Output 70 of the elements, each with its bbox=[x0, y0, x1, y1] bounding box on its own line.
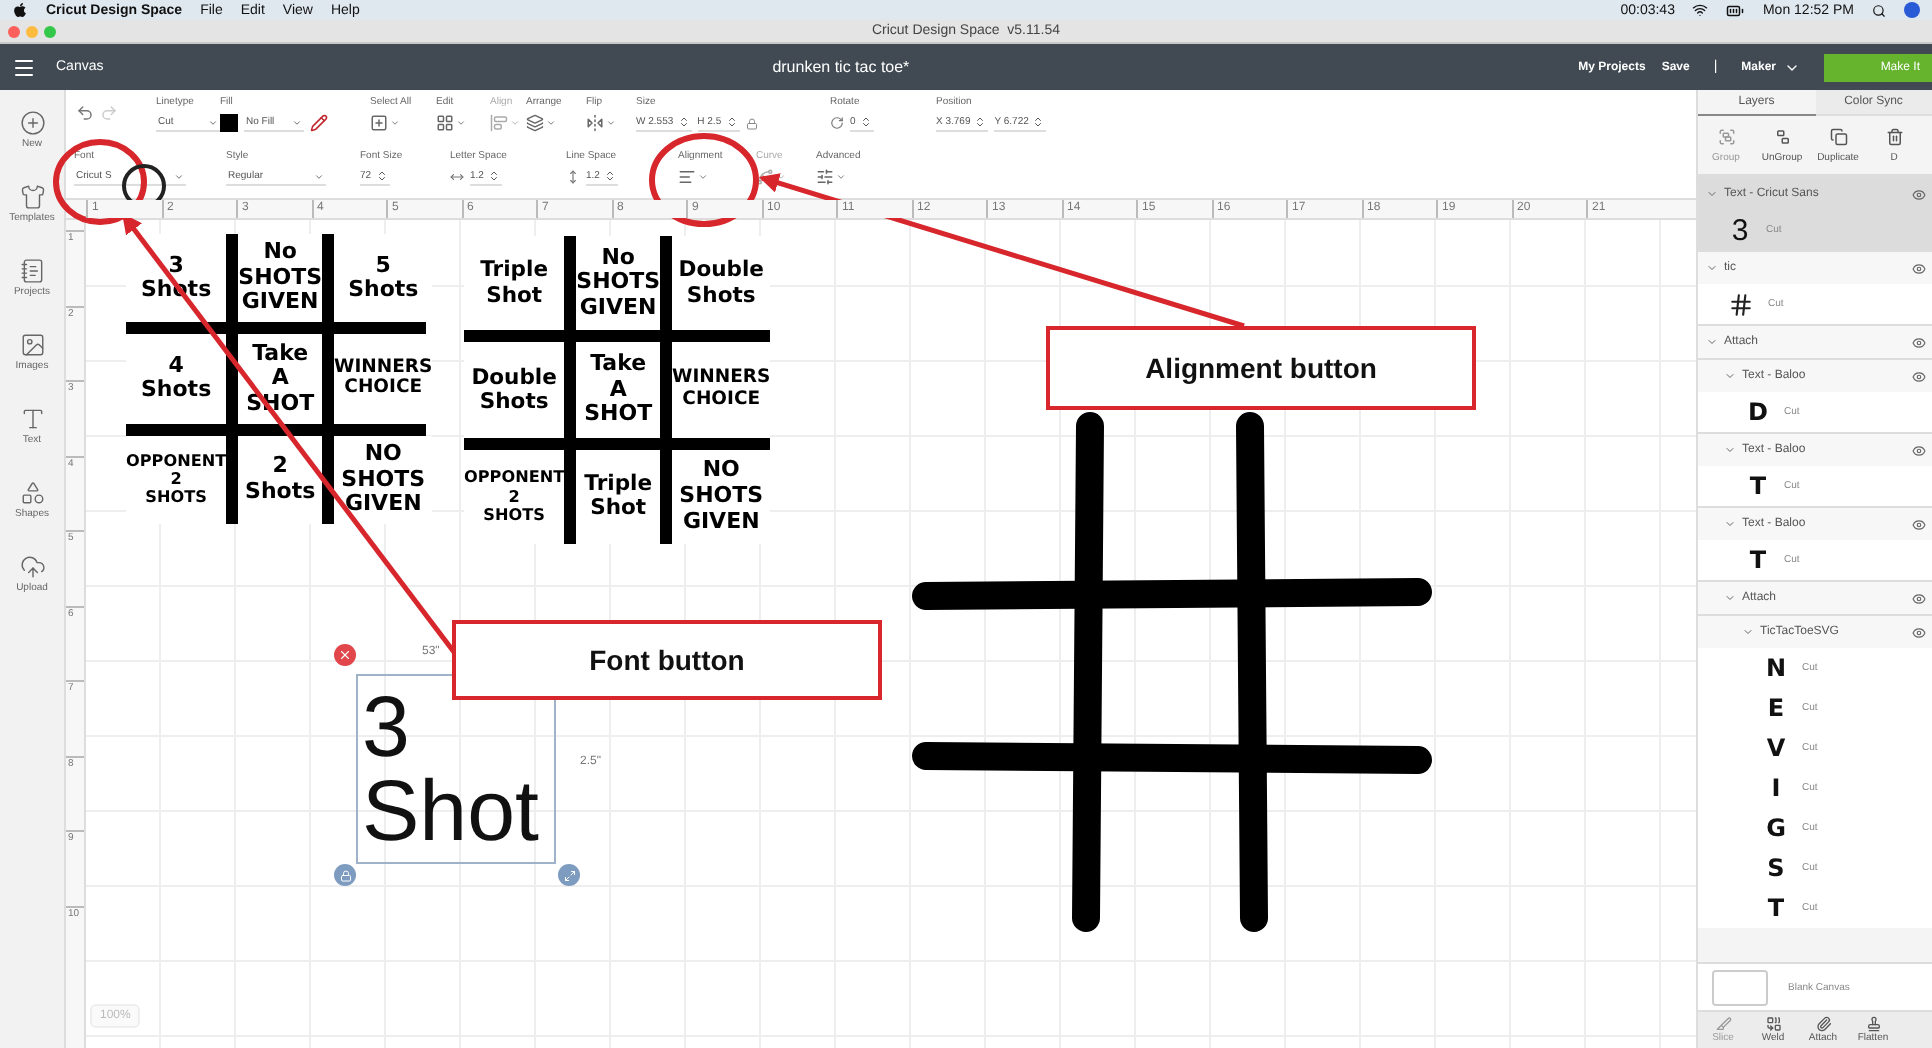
eye-icon[interactable] bbox=[1912, 261, 1926, 275]
lock-handle[interactable] bbox=[334, 864, 356, 886]
edit-icon[interactable] bbox=[436, 114, 454, 132]
eye-icon[interactable] bbox=[1912, 443, 1926, 457]
board-text: 2 Shots bbox=[245, 454, 316, 505]
round-status-icon[interactable] bbox=[1904, 2, 1920, 18]
edit-button[interactable] bbox=[436, 114, 466, 132]
layer-glyph: T bbox=[1747, 546, 1769, 574]
highlight-circle bbox=[53, 139, 147, 225]
arrange-button[interactable] bbox=[526, 114, 556, 132]
layer-glyph: V bbox=[1764, 734, 1788, 762]
annotation-label: Font button bbox=[452, 620, 882, 700]
board-text: 4 Shots bbox=[141, 353, 212, 405]
layer-glyph: 3 bbox=[1729, 213, 1751, 247]
board-text: NO SHOTS GIVEN bbox=[679, 458, 764, 535]
alignment-icon[interactable] bbox=[678, 168, 696, 186]
board-text: Take A SHOT bbox=[584, 352, 653, 428]
hash-shape-icon bbox=[1728, 291, 1754, 317]
flip-button[interactable] bbox=[586, 114, 616, 132]
menu-icon[interactable] bbox=[12, 55, 36, 79]
board-text: WINNERS CHOICE bbox=[672, 368, 771, 412]
board-text: WINNERS CHOICE bbox=[334, 357, 433, 401]
flip-icon[interactable] bbox=[586, 114, 604, 132]
board-text: Triple Shot bbox=[584, 471, 653, 522]
wifi-icon[interactable] bbox=[1692, 2, 1709, 18]
project-title: drunken tic tac toe* bbox=[772, 58, 910, 76]
eye-icon[interactable] bbox=[1912, 369, 1926, 383]
undo-icon[interactable] bbox=[76, 104, 94, 122]
line-spacing-icon bbox=[566, 170, 580, 184]
highlight-circle bbox=[649, 133, 759, 227]
apple-logo-icon[interactable] bbox=[12, 2, 28, 18]
annotation-label: Alignment button bbox=[1046, 326, 1476, 410]
board-text: No SHOTS GIVEN bbox=[576, 245, 661, 322]
board-text: Triple Shot bbox=[480, 258, 548, 309]
battery-icon[interactable] bbox=[1726, 1, 1745, 19]
layer-glyph: D bbox=[1746, 398, 1770, 426]
canvas-swatch[interactable] bbox=[1712, 969, 1768, 1005]
color-swatch[interactable] bbox=[220, 114, 238, 132]
rotate-icon bbox=[830, 116, 844, 130]
search-icon[interactable] bbox=[1872, 3, 1886, 17]
layer-glyph: G bbox=[1764, 814, 1788, 842]
board-text: OPPONENT 2 SHOTS bbox=[126, 451, 227, 508]
layer-glyph: E bbox=[1765, 694, 1787, 722]
eye-icon[interactable] bbox=[1912, 187, 1926, 201]
board-text: NO SHOTS GIVEN bbox=[341, 441, 426, 518]
layer-glyph: S bbox=[1765, 854, 1787, 882]
select-all-button[interactable] bbox=[370, 114, 400, 132]
arrange-icon[interactable] bbox=[526, 114, 544, 132]
layer-glyph: N bbox=[1764, 654, 1788, 682]
lock-icon[interactable] bbox=[339, 869, 351, 881]
eye-icon[interactable] bbox=[1912, 625, 1926, 639]
board-text: No SHOTS GIVEN bbox=[238, 240, 323, 317]
letter-spacing-icon bbox=[450, 170, 464, 184]
alignment-button[interactable] bbox=[678, 168, 708, 186]
board-text: Double Shots bbox=[471, 365, 557, 415]
board-text: OPPONENT 2 SHOTS bbox=[464, 468, 565, 525]
eye-icon[interactable] bbox=[1912, 335, 1926, 349]
layer-glyph: T bbox=[1765, 894, 1787, 922]
board-text: 5 Shots bbox=[348, 253, 419, 304]
resize-handle[interactable] bbox=[558, 864, 580, 886]
eye-icon[interactable] bbox=[1912, 591, 1926, 605]
select-all-icon[interactable] bbox=[370, 114, 388, 132]
layer-glyph: I bbox=[1769, 774, 1783, 802]
pen-icon[interactable] bbox=[310, 114, 328, 132]
layer-glyph: T bbox=[1747, 472, 1769, 500]
eye-icon[interactable] bbox=[1912, 517, 1926, 531]
advanced-icon[interactable] bbox=[816, 168, 834, 186]
lock-icon[interactable] bbox=[745, 117, 758, 129]
board-text: Double Shots bbox=[678, 258, 764, 309]
advanced-button[interactable] bbox=[816, 168, 846, 186]
